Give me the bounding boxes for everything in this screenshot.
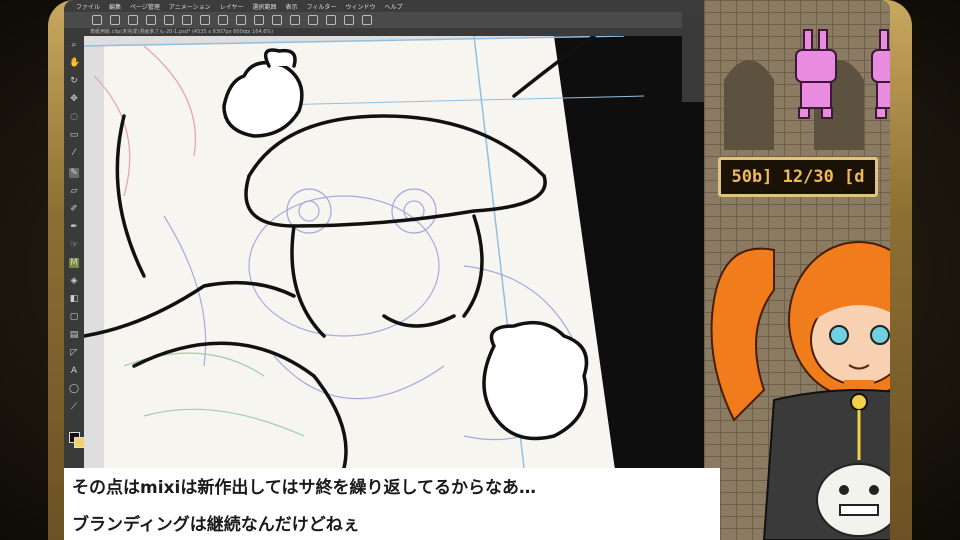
select-all-icon[interactable] [236, 15, 246, 25]
game-panel: 50b] 12/30 [d [704, 0, 890, 540]
zoom-in-icon[interactable] [344, 15, 354, 25]
tool-palette: ⌕ ✋ ↻ ✥ ◌ ▭ ⁄ ✎ ▱ ✐ ✒ ☞ M ◈ ◧ ▢ ▤ ◸ A ◯ … [64, 28, 85, 468]
eyedropper-icon[interactable]: ⁄ [69, 148, 79, 158]
menu-animation[interactable]: アニメーション [169, 2, 211, 11]
zoom-out-icon[interactable] [362, 15, 372, 25]
menu-page[interactable]: ページ管理 [130, 2, 160, 11]
game-scene [710, 29, 890, 540]
snap-grid-icon[interactable] [326, 15, 336, 25]
eraser-icon[interactable]: ▱ [69, 186, 79, 196]
subtitle-box: その点はmixiは新作出してはサ終を繰り返してるからなあ… ブランディングは継続… [64, 468, 720, 540]
rotate-icon[interactable]: ↻ [69, 76, 79, 86]
crop-icon[interactable] [290, 15, 300, 25]
marquee-icon[interactable]: ▭ [69, 130, 79, 140]
new-file-icon[interactable] [92, 15, 102, 25]
hand-icon[interactable]: ✋ [69, 58, 80, 68]
correction-icon[interactable]: ⟋ [69, 402, 79, 412]
drawing-canvas[interactable] [84, 36, 704, 468]
bunny-sprite-left [795, 29, 837, 119]
invert-selection-icon[interactable] [272, 15, 282, 25]
command-bar [64, 12, 704, 28]
progress-counter: 50b] 12/30 [d [718, 157, 878, 197]
menu-view[interactable]: 表示 [286, 2, 298, 11]
text-icon[interactable]: A [69, 366, 79, 376]
transform-icon[interactable] [218, 15, 228, 25]
fill-icon[interactable] [200, 15, 210, 25]
menu-selection[interactable]: 選択範囲 [253, 2, 277, 11]
clear-icon[interactable] [182, 15, 192, 25]
deselect-icon[interactable] [254, 15, 264, 25]
artwork [84, 36, 704, 468]
bunny-sprite-right [871, 29, 890, 119]
menu-edit[interactable]: 編集 [109, 2, 121, 11]
decoration-icon[interactable]: M [69, 258, 79, 268]
brush-icon[interactable]: ✐ [69, 204, 79, 214]
blend-icon[interactable]: ☞ [69, 240, 79, 250]
menu-layer[interactable]: レイヤー [220, 2, 244, 11]
undo-icon[interactable] [146, 15, 156, 25]
menu-bar: ファイル 編集 ページ管理 アニメーション レイヤー 選択範囲 表示 フィルター… [64, 0, 704, 12]
pen-icon[interactable]: ✎ [69, 168, 79, 178]
figure-icon[interactable]: ▢ [69, 312, 79, 322]
snap-ruler-icon[interactable] [308, 15, 318, 25]
move-icon[interactable]: ✥ [69, 94, 79, 104]
side-palette [682, 12, 704, 102]
menu-file[interactable]: ファイル [76, 2, 100, 11]
save-icon[interactable] [128, 15, 138, 25]
balloon-icon[interactable]: ◯ [69, 384, 79, 394]
airbrush-icon[interactable]: ✒ [69, 222, 79, 232]
menu-help[interactable]: ヘルプ [384, 2, 402, 11]
frame-icon[interactable]: ▤ [69, 330, 79, 340]
lasso-icon[interactable]: ◌ [69, 112, 79, 122]
fill-bucket-icon[interactable]: ◈ [69, 276, 79, 286]
menu-filter[interactable]: フィルター [307, 2, 337, 11]
ruler-icon[interactable]: ◸ [69, 348, 79, 358]
zoom-icon[interactable]: ⌕ [69, 40, 79, 50]
subtitle-line-2: ブランディングは継続なんだけどねぇ [72, 515, 360, 535]
redo-icon[interactable] [164, 15, 174, 25]
pixel-girl-sprite [710, 241, 890, 540]
screen: ファイル 編集 ページ管理 アニメーション レイヤー 選択範囲 表示 フィルター… [64, 0, 890, 540]
menu-window[interactable]: ウィンドウ [345, 2, 375, 11]
document-tab[interactable]: 表紙用絵.clip(未完成)漫画家さん-20-1.psd* (4535 x 63… [84, 28, 704, 36]
gradient-icon[interactable]: ◧ [69, 294, 79, 304]
open-file-icon[interactable] [110, 15, 120, 25]
subtitle-line-1: その点はmixiは新作出してはサ終を繰り返してるからなあ… [72, 478, 536, 498]
